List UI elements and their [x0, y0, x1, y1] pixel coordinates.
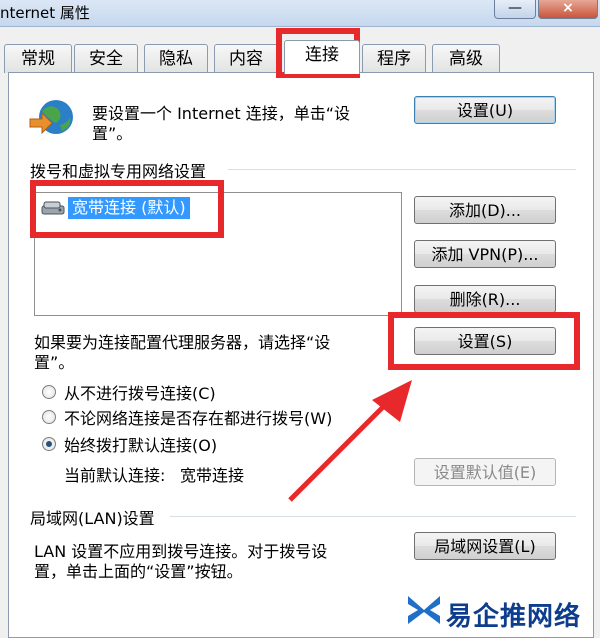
add-button[interactable]: 添加(D)...	[414, 196, 556, 224]
minimize-icon[interactable]: —	[494, 0, 536, 19]
brand-logo-icon	[408, 596, 440, 624]
annotation-arrow	[288, 380, 412, 502]
remove-button[interactable]: 删除(R)...	[414, 285, 556, 313]
tab-security[interactable]: 安全	[74, 44, 138, 73]
watermark-text: 易企推网络	[446, 602, 582, 632]
setup-button[interactable]: 设置(U)	[414, 96, 556, 124]
title-bar: nternet 属性 — ×	[0, 0, 600, 27]
proxy-text-line2: 置”。	[34, 353, 75, 372]
radio-never-dial-label[interactable]: 从不进行拨号连接(C)	[64, 380, 216, 404]
radio-dial-whenever[interactable]	[42, 410, 56, 424]
add-vpn-button[interactable]: 添加 VPN(P)...	[414, 240, 556, 268]
lan-separator	[170, 516, 576, 517]
globe-network-icon	[29, 100, 73, 135]
tab-privacy[interactable]: 隐私	[144, 44, 208, 73]
set-default-button[interactable]: 设置默认值(E)	[414, 458, 556, 486]
tab-connections[interactable]: 连接	[284, 40, 360, 74]
tab-content[interactable]: 内容	[214, 44, 278, 73]
tab-programs[interactable]: 程序	[362, 44, 426, 73]
current-default-value: 宽带连接	[180, 466, 245, 485]
proxy-text-line1: 如果要为连接配置代理服务器，请选择“设	[34, 333, 331, 352]
radio-always-dial-default-label[interactable]: 始终拨打默认连接(O)	[64, 432, 217, 456]
window-title: nternet 属性	[0, 4, 90, 22]
radio-never-dial[interactable]	[42, 385, 56, 399]
lan-settings-button[interactable]: 局域网设置(L)	[414, 532, 556, 560]
highlight-broadband-item	[30, 180, 224, 238]
dialup-section-title: 拨号和虚拟专用网络设置	[30, 162, 207, 181]
close-icon[interactable]: ×	[538, 0, 598, 19]
current-default-label: 当前默认连接:	[64, 466, 166, 485]
lan-text-line2: 置，单击上面的“设置”按钮。	[34, 562, 243, 581]
setup-text-line2: 置”。	[92, 124, 133, 143]
tab-advanced[interactable]: 高级	[432, 44, 500, 73]
lan-section-title: 局域网(LAN)设置	[30, 509, 155, 528]
tab-general[interactable]: 常规	[4, 44, 72, 73]
radio-always-dial-default[interactable]	[42, 437, 56, 451]
dialup-separator	[228, 169, 576, 170]
